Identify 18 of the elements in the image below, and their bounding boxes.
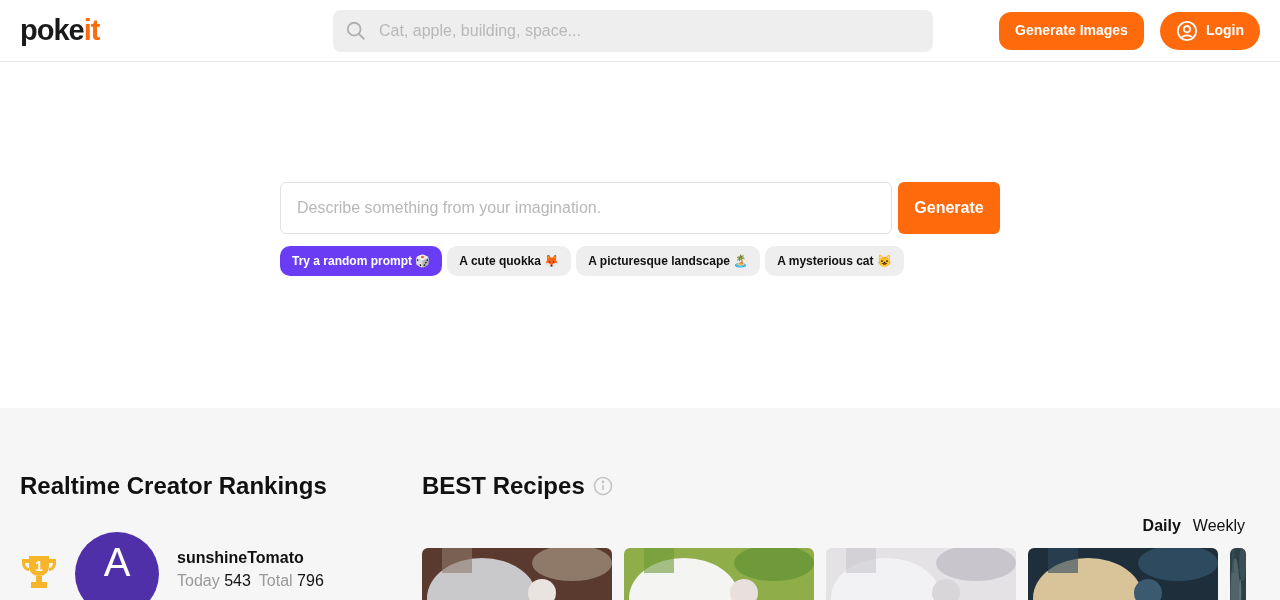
prompt-chip[interactable]: A cute quokka 🦊 <box>447 246 572 276</box>
prompt-field[interactable]: Describe something from your imagination. <box>280 182 892 234</box>
prompt-chip[interactable]: A mysterious cat 😺 <box>765 246 904 276</box>
period-tab[interactable]: Weekly <box>1192 514 1245 538</box>
prompt-chip[interactable]: Try a random prompt 🎲 <box>280 246 443 276</box>
info-icon[interactable] <box>592 476 613 496</box>
rank-number: 1 <box>34 557 44 576</box>
recipes-title: BEST Recipes <box>422 471 585 501</box>
logo[interactable]: pokeit <box>20 16 333 45</box>
avatar: A <box>75 532 159 600</box>
creator-name[interactable]: sunshineTomato <box>177 546 324 570</box>
total-count: Total 796 <box>258 572 324 590</box>
rankings-title: Realtime Creator Rankings <box>20 471 328 501</box>
today-count: Today 543 <box>177 572 251 590</box>
user-icon <box>1175 19 1198 42</box>
period-tab[interactable]: Daily <box>1142 514 1181 538</box>
search-icon <box>345 19 367 42</box>
prompt-chip[interactable]: A picturesque landscape 🏝 <box>576 246 761 276</box>
